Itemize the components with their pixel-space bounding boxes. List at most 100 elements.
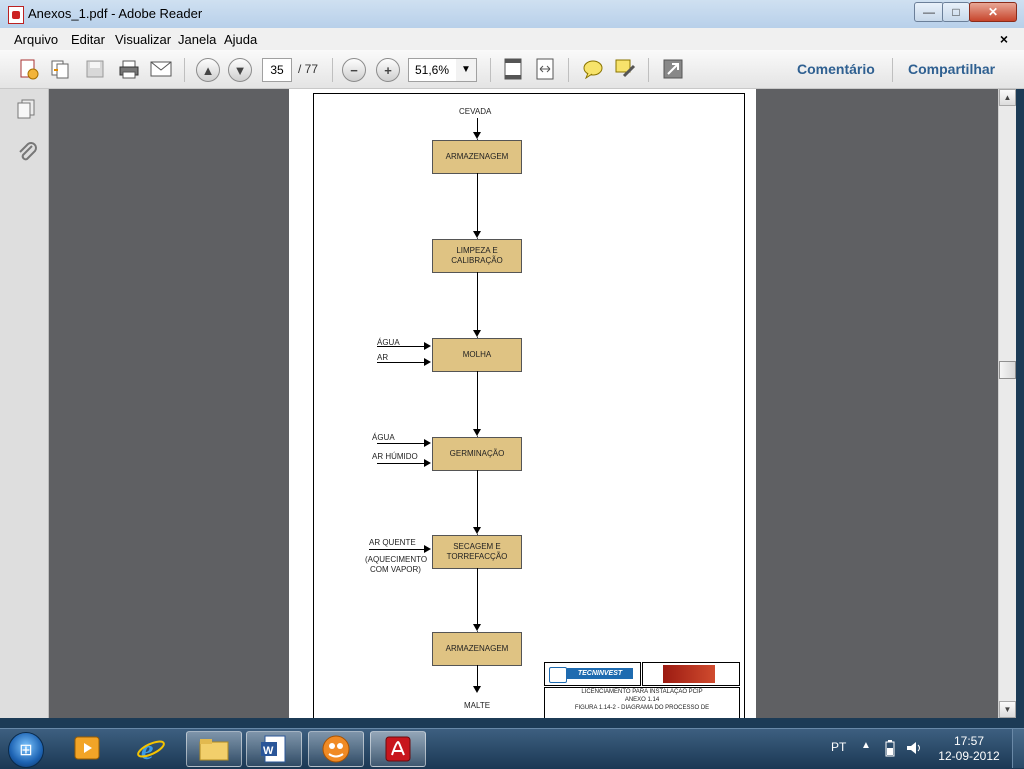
page-number-input[interactable]: 35	[262, 58, 292, 82]
scroll-up-icon[interactable]: ▲	[999, 89, 1016, 106]
start-button-icon[interactable]: ⊞	[8, 732, 44, 768]
input-label: AR QUENTE	[369, 538, 416, 547]
save-icon[interactable]	[82, 56, 108, 82]
system-clock[interactable]: 17:57 12-09-2012	[938, 734, 1000, 764]
fit-width-icon[interactable]	[532, 56, 558, 82]
title-block-line: ANEXO 1.14	[624, 697, 660, 703]
process-step: ARMAZENAGEM	[432, 140, 522, 174]
battery-icon[interactable]	[885, 739, 895, 762]
zoom-out-icon[interactable]: −	[342, 58, 366, 82]
show-hidden-icons-icon[interactable]: ▲	[861, 740, 871, 751]
flow-arrow	[473, 686, 481, 694]
document-viewport[interactable]: CEVADA ARMAZENAGEM LIMPEZA E CALIBRAÇÃO …	[49, 89, 998, 718]
email-icon[interactable]	[148, 56, 174, 82]
language-indicator[interactable]: PT	[831, 740, 846, 754]
process-step: LIMPEZA E CALIBRAÇÃO	[432, 239, 522, 273]
close-document-icon[interactable]: ×	[1000, 31, 1008, 47]
input-label: ÁGUA	[372, 433, 395, 442]
flow-line	[477, 272, 478, 338]
comment-icon[interactable]	[580, 56, 606, 82]
navigation-pane	[0, 89, 49, 718]
process-step: SECAGEM E TORREFACÇÃO	[432, 535, 522, 569]
show-desktop-button[interactable]	[1012, 729, 1024, 768]
input-arrow	[424, 459, 431, 467]
flow-arrow	[473, 429, 481, 437]
media-player-icon[interactable]	[60, 731, 114, 765]
input-arrow	[424, 545, 431, 553]
input-label: AR	[377, 353, 389, 362]
flow-line	[477, 371, 478, 437]
client-logo-box	[642, 662, 740, 686]
flow-arrow	[473, 231, 481, 239]
toolbar-separator	[568, 58, 569, 82]
title-bar: Anexos_1.pdf - Adobe Reader — □ ✕	[0, 0, 1024, 29]
menu-ajuda[interactable]: Ajuda	[224, 32, 257, 47]
page-down-icon[interactable]: ▼	[228, 58, 252, 82]
process-step: MOLHA	[432, 338, 522, 372]
input-label: CEVADA	[459, 107, 492, 116]
scroll-down-icon[interactable]: ▼	[999, 701, 1016, 718]
combine-icon[interactable]	[48, 56, 74, 82]
internet-explorer-icon[interactable]: e	[124, 731, 178, 765]
input-line	[377, 362, 425, 363]
adobe-reader-icon[interactable]	[370, 731, 426, 767]
clock-date: 12-09-2012	[938, 749, 1000, 763]
flow-arrow	[473, 527, 481, 535]
close-button[interactable]: ✕	[969, 2, 1017, 22]
word-icon[interactable]: W	[246, 731, 302, 767]
input-arrow	[424, 439, 431, 447]
toolbar-separator	[648, 58, 649, 82]
title-block-line: FIGURA 1.14-2 - DIAGRAMA DO PROCESSO DE	[574, 705, 710, 711]
comment-panel-link[interactable]: Comentário	[797, 61, 875, 77]
input-line	[369, 549, 425, 550]
page-frame	[313, 93, 745, 718]
page-up-icon[interactable]: ▲	[196, 58, 220, 82]
attachments-icon[interactable]	[16, 141, 38, 168]
print-icon[interactable]	[116, 56, 142, 82]
flow-arrow	[473, 132, 481, 140]
input-arrow	[424, 342, 431, 350]
menu-editar[interactable]: Editar	[71, 32, 105, 47]
vertical-scrollbar[interactable]: ▲ ▼	[998, 89, 1016, 718]
process-step: ARMAZENAGEM	[432, 632, 522, 666]
toolbar-separator	[332, 58, 333, 82]
flow-line	[477, 568, 478, 632]
toolbar: ▲ ▼ 35 / 77 − + 51,6% ▼ Comentário Compa…	[0, 50, 1024, 89]
maximize-button[interactable]: □	[942, 2, 970, 22]
create-pdf-icon[interactable]	[16, 56, 42, 82]
share-panel-link[interactable]: Compartilhar	[908, 61, 995, 77]
minimize-button[interactable]: —	[914, 2, 944, 22]
window-title: Anexos_1.pdf - Adobe Reader	[28, 6, 203, 21]
input-line	[377, 443, 425, 444]
pages-icon[interactable]	[16, 99, 36, 124]
menu-arquivo[interactable]: Arquivo	[14, 32, 58, 47]
input-line	[377, 346, 425, 347]
scrollbar-thumb[interactable]	[999, 361, 1016, 379]
input-label: (AQUECIMENTO	[365, 555, 428, 564]
flow-line	[477, 470, 478, 535]
fullscreen-icon[interactable]	[660, 56, 686, 82]
company-logo-text: TECNINVEST	[567, 668, 633, 679]
output-label: MALTE	[464, 701, 491, 710]
flow-arrow	[473, 330, 481, 338]
flow-arrow	[473, 624, 481, 632]
fit-page-icon[interactable]	[500, 56, 526, 82]
company-logo-box: TECNINVEST	[544, 662, 641, 686]
menu-janela[interactable]: Janela	[178, 32, 216, 47]
logo-mark-icon	[549, 667, 567, 683]
menu-bar: Arquivo Editar Visualizar Janela Ajuda ×	[0, 28, 1024, 51]
toolbar-separator	[490, 58, 491, 82]
messenger-icon[interactable]	[308, 731, 364, 767]
pdf-page: CEVADA ARMAZENAGEM LIMPEZA E CALIBRAÇÃO …	[289, 89, 756, 718]
zoom-in-icon[interactable]: +	[376, 58, 400, 82]
menu-visualizar[interactable]: Visualizar	[115, 32, 171, 47]
highlight-icon[interactable]	[612, 56, 638, 82]
file-explorer-icon[interactable]	[186, 731, 242, 767]
volume-icon[interactable]	[905, 739, 923, 762]
process-step: GERMINAÇÃO	[432, 437, 522, 471]
taskbar: ⊞ e W PT ▲	[0, 728, 1024, 769]
input-label: COM VAPOR)	[370, 565, 421, 574]
clock-time: 17:57	[953, 734, 985, 748]
zoom-dropdown-icon[interactable]: ▼	[456, 58, 477, 82]
svg-text:W: W	[263, 745, 274, 757]
